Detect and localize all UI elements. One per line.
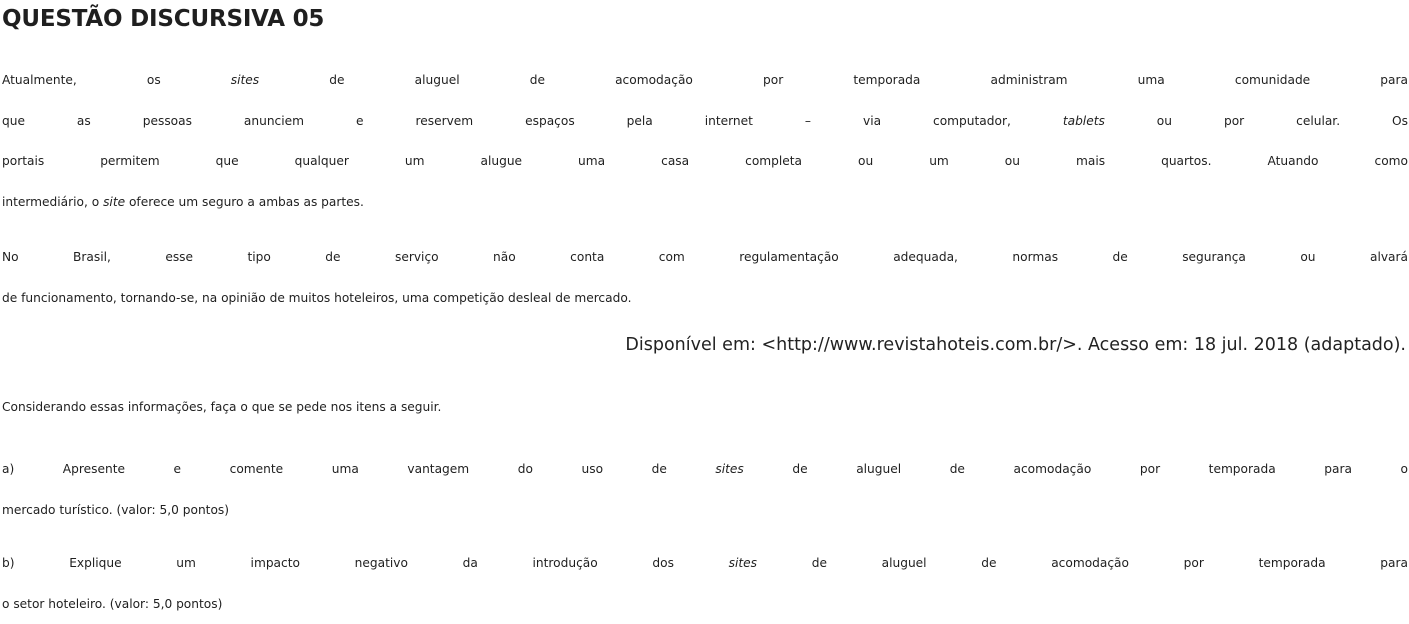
text-segment: intermediário, o [2,195,103,209]
item-b: b) Explique um impacto negativo da intro… [2,543,1408,624]
item-line: o setor hoteleiro. (valor: 5,0 pontos) [2,584,1408,624]
paragraph-line: intermediário, o site oferece um seguro … [2,182,1408,223]
question-title: QUESTÃO DISCURSIVA 05 [2,3,324,35]
item-line: mercado turístico. (valor: 5,0 pontos) [2,490,1408,531]
item-line: a) Apresente e comente uma vantagem do u… [2,449,1408,490]
instruction-line: Considerando essas informações, faça o q… [2,387,1408,428]
text-segment: oferece um seguro a ambas as partes. [125,195,364,209]
italic-term: sites [715,462,743,476]
text-segment: b) Explique um impacto negativo da intro… [2,556,729,570]
text-segment: de aluguel de acomodação por temporada p… [744,462,1408,476]
text-segment: que as pessoas anunciem e reservem espaç… [2,114,1063,128]
text-segment: ou por celular. Os [1105,114,1408,128]
context-paragraph-1: Atualmente, os sites de aluguel de acomo… [2,60,1408,222]
paragraph-line: de funcionamento, tornando-se, na opiniã… [2,278,1408,319]
paragraph-line: que as pessoas anunciem e reservem espaç… [2,101,1408,142]
paragraph-line: portais permitem que qualquer um alugue … [2,141,1408,182]
italic-term: sites [231,73,259,87]
italic-term: tablets [1063,114,1105,128]
text-segment: de aluguel de acomodação por temporada a… [259,73,1408,87]
italic-term: site [103,195,125,209]
paragraph-line: No Brasil, esse tipo de serviço não cont… [2,237,1408,278]
text-segment: a) Apresente e comente uma vantagem do u… [2,462,715,476]
item-a: a) Apresente e comente uma vantagem do u… [2,449,1408,530]
italic-term: sites [729,556,757,570]
text-segment: Atualmente, os [2,73,231,87]
item-line: b) Explique um impacto negativo da intro… [2,543,1408,584]
instruction-text: Considerando essas informações, faça o q… [2,387,1408,428]
source-citation: Disponível em: <http://www.revistahoteis… [625,331,1406,359]
context-paragraph-2: No Brasil, esse tipo de serviço não cont… [2,237,1408,318]
paragraph-line: Atualmente, os sites de aluguel de acomo… [2,60,1408,101]
text-segment: de aluguel de acomodação por temporada p… [757,556,1408,570]
